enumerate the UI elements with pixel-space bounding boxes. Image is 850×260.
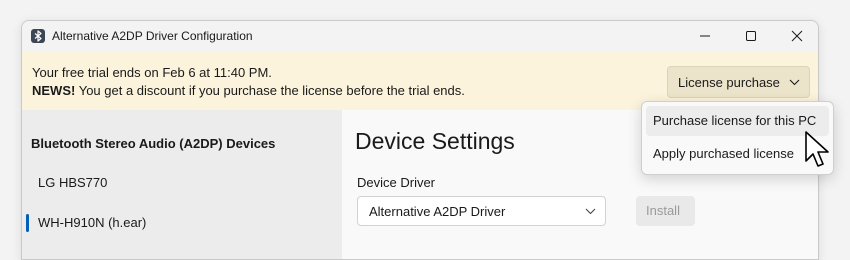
menu-item-label: Purchase license for this PC [653,113,817,128]
maximize-button[interactable] [728,21,774,52]
minimize-icon [700,35,710,37]
install-button[interactable]: Install [636,196,695,226]
news-label: NEWS! [32,83,76,98]
close-icon [791,30,803,42]
chevron-down-icon [789,79,800,86]
device-driver-select[interactable]: Alternative A2DP Driver [357,196,606,226]
page-title: Device Settings [355,128,515,154]
selection-indicator [26,214,29,232]
menu-item-apply-license[interactable]: Apply purchased license [646,139,829,169]
minimize-button[interactable] [682,21,728,52]
maximize-icon [746,31,756,41]
license-purchase-label: License purchase [678,75,780,90]
device-item-lg-hbs770[interactable]: LG HBS770 [22,166,342,200]
window-title: Alternative A2DP Driver Configuration [52,29,253,43]
menu-item-purchase-license[interactable]: Purchase license for this PC [646,106,829,136]
news-text: You get a discount if you purchase the l… [75,83,465,98]
device-driver-label: Device Driver [357,175,436,190]
bluetooth-icon [31,29,45,43]
license-purchase-button[interactable]: License purchase [667,66,810,98]
device-label: LG HBS770 [38,175,108,190]
mouse-pointer-icon [805,131,829,167]
device-driver-value: Alternative A2DP Driver [369,204,506,219]
close-button[interactable] [774,21,818,52]
menu-item-label: Apply purchased license [653,146,794,161]
title-bar[interactable]: Alternative A2DP Driver Configuration [22,21,818,52]
devices-heading: Bluetooth Stereo Audio (A2DP) Devices [31,136,276,151]
device-item-wh-h910n[interactable]: WH-H910N (h.ear) [22,206,342,240]
news-message: NEWS! You get a discount if you purchase… [32,83,465,98]
install-label: Install [646,203,680,218]
trial-message: Your free trial ends on Feb 6 at 11:40 P… [32,65,272,80]
device-label: WH-H910N (h.ear) [38,215,147,230]
device-sidebar: Bluetooth Stereo Audio (A2DP) Devices LG… [22,110,342,259]
chevron-down-icon [585,208,596,215]
